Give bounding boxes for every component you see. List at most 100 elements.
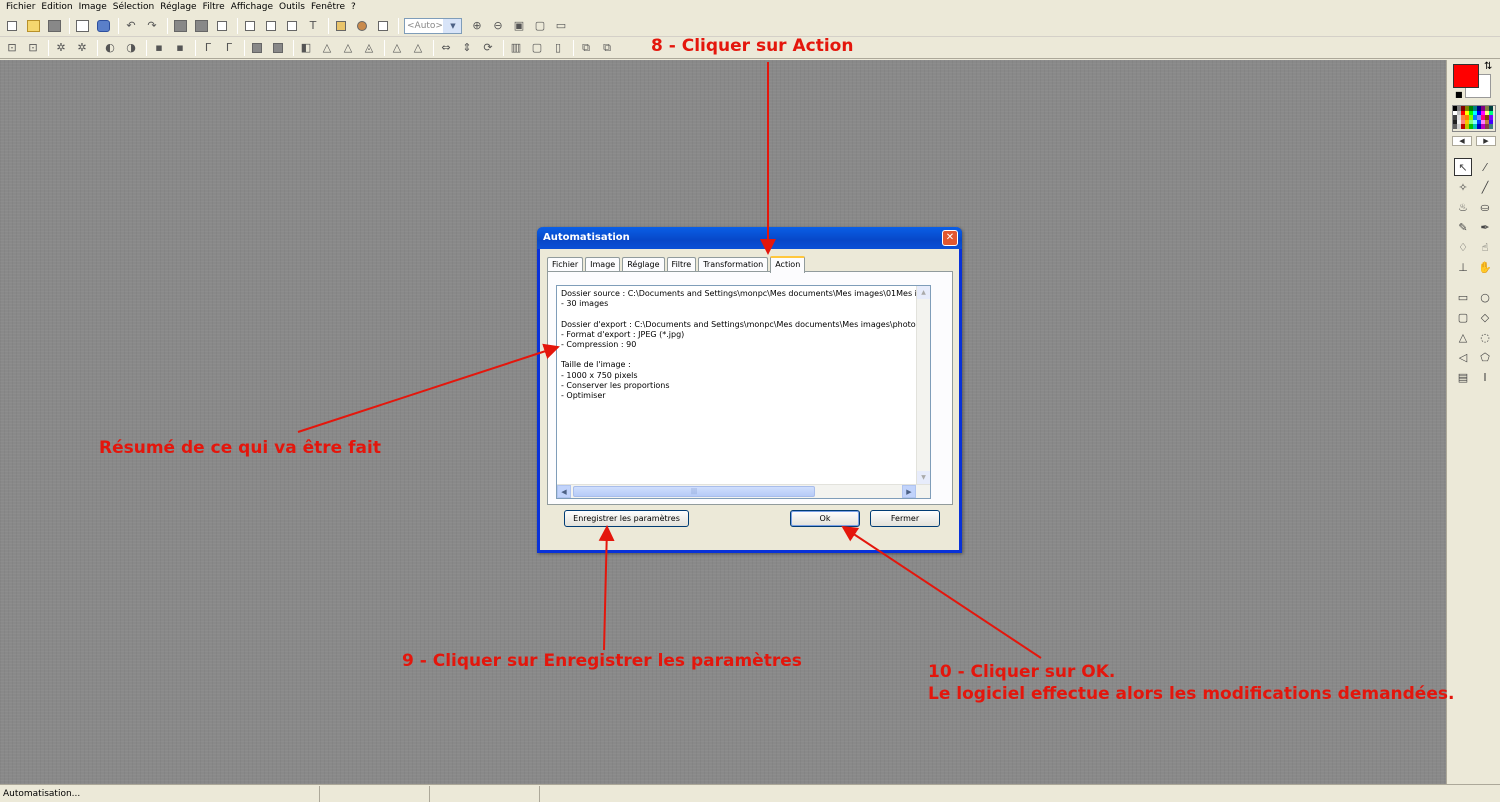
menu-fenetre[interactable]: Fenêtre: [308, 0, 348, 14]
negative-icon[interactable]: [269, 39, 287, 57]
paste-new-icon[interactable]: [283, 17, 301, 35]
blur-icon[interactable]: △: [318, 39, 336, 57]
scroll-thumb[interactable]: |||: [573, 486, 815, 497]
triangle-icon[interactable]: △: [388, 39, 406, 57]
polygon-tool-icon[interactable]: ⬠: [1476, 348, 1494, 366]
tab-image[interactable]: Image: [585, 257, 621, 272]
actual-size-icon[interactable]: ▢: [531, 17, 549, 35]
save-settings-button[interactable]: Enregistrer les paramètres: [564, 510, 689, 527]
text-icon[interactable]: T: [304, 17, 322, 35]
pointer-tool-icon[interactable]: ↖: [1454, 158, 1472, 176]
swap-colors-icon[interactable]: ⇅: [1484, 61, 1492, 72]
diamond-tool-icon[interactable]: ◇: [1476, 308, 1494, 326]
chevron-down-icon[interactable]: ▼: [442, 18, 461, 33]
tab-fichier[interactable]: Fichier: [547, 257, 584, 272]
line-tool-icon[interactable]: ╱: [1476, 178, 1494, 196]
scroll-down-icon[interactable]: ▼: [917, 471, 930, 484]
zoom-out-icon[interactable]: ⊖: [489, 17, 507, 35]
triangle-tool-icon[interactable]: △: [1454, 328, 1472, 346]
grayscale-icon[interactable]: [248, 39, 266, 57]
print-icon[interactable]: [73, 17, 91, 35]
undo-icon[interactable]: ↶: [122, 17, 140, 35]
scanner-icon[interactable]: [94, 17, 112, 35]
scroll-left-icon[interactable]: ◀: [557, 485, 571, 498]
fullscreen-icon[interactable]: ▭: [552, 17, 570, 35]
menu-filtre[interactable]: Filtre: [200, 0, 228, 14]
blur-drop-tool-icon[interactable]: ♢: [1454, 238, 1472, 256]
zoom-in-icon[interactable]: ⊕: [468, 17, 486, 35]
arrow-shape-tool-icon[interactable]: ◁: [1454, 348, 1472, 366]
tab-filtre[interactable]: Filtre: [666, 257, 697, 272]
gamma-minus-icon[interactable]: Γ: [199, 39, 217, 57]
vertical-scrollbar[interactable]: ▲ ▼: [916, 286, 930, 484]
menu-image[interactable]: Image: [76, 0, 110, 14]
triangle-outline-icon[interactable]: △: [409, 39, 427, 57]
hand-tool-icon[interactable]: ✋: [1476, 258, 1494, 276]
lasso-tool-icon[interactable]: ◌: [1476, 328, 1494, 346]
brightness-minus-icon[interactable]: ✲: [52, 39, 70, 57]
open-folder-icon[interactable]: [24, 17, 42, 35]
export-icon[interactable]: ⧉: [577, 39, 595, 57]
rounded-rect-tool-icon[interactable]: ▢: [1454, 308, 1472, 326]
crop-icon[interactable]: [171, 17, 189, 35]
tab-reglage[interactable]: Réglage: [622, 257, 665, 272]
gamma-plus-icon[interactable]: Γ: [220, 39, 238, 57]
menu-help[interactable]: ?: [348, 0, 359, 14]
text-box-tool-icon[interactable]: ▤: [1454, 368, 1472, 386]
drop-icon[interactable]: ◬: [360, 39, 378, 57]
window-icon[interactable]: [374, 17, 392, 35]
ok-button[interactable]: Ok: [790, 510, 860, 527]
spray-tool-icon[interactable]: ⛀: [1476, 198, 1494, 216]
text-cursor-tool-icon[interactable]: Ⅰ: [1476, 368, 1494, 386]
eyedropper-tool-icon[interactable]: ⁄: [1476, 158, 1494, 176]
flip-horizontal-icon[interactable]: ⇔: [437, 39, 455, 57]
resize-icon[interactable]: [192, 17, 210, 35]
paste-icon[interactable]: [262, 17, 280, 35]
close-button[interactable]: Fermer: [870, 510, 940, 527]
redo-icon[interactable]: ↷: [143, 17, 161, 35]
menu-edition[interactable]: Edition: [38, 0, 75, 14]
frame-icon[interactable]: ▢: [528, 39, 546, 57]
auto-levels-icon[interactable]: ⊡: [3, 39, 21, 57]
flip-vertical-icon[interactable]: ⇕: [458, 39, 476, 57]
reset-colors-icon[interactable]: ■: [1455, 90, 1463, 99]
scroll-right-icon[interactable]: ▶: [902, 485, 916, 498]
brush-tool-icon[interactable]: ✎: [1454, 218, 1472, 236]
ellipse-tool-icon[interactable]: ○: [1476, 288, 1494, 306]
menu-affichage[interactable]: Affichage: [228, 0, 276, 14]
summary-textarea[interactable]: Dossier source : C:\Documents and Settin…: [556, 285, 931, 499]
palette-prev-icon[interactable]: ◀: [1452, 136, 1472, 146]
tab-action[interactable]: Action: [770, 256, 806, 273]
cylinder-icon[interactable]: ▯: [549, 39, 567, 57]
save-icon[interactable]: [45, 17, 63, 35]
delete-icon[interactable]: [213, 17, 231, 35]
saturation-plus-icon[interactable]: ▪: [171, 39, 189, 57]
palette-next-icon[interactable]: ▶: [1476, 136, 1496, 146]
zoom-select[interactable]: <Auto> ▼: [404, 17, 462, 34]
saturation-minus-icon[interactable]: ▪: [150, 39, 168, 57]
primary-color-swatch[interactable]: [1453, 64, 1479, 88]
explorer-icon[interactable]: [332, 17, 350, 35]
fit-window-icon[interactable]: ▣: [510, 17, 528, 35]
magic-wand-tool-icon[interactable]: ✧: [1454, 178, 1472, 196]
menu-fichier[interactable]: Fichier: [3, 0, 38, 14]
stamp-tool-icon[interactable]: ⊥: [1454, 258, 1472, 276]
mirror-icon[interactable]: ◧: [297, 39, 315, 57]
brightness-plus-icon[interactable]: ✲: [73, 39, 91, 57]
dialog-titlebar[interactable]: Automatisation ✕: [537, 227, 962, 249]
scroll-up-icon[interactable]: ▲: [917, 286, 930, 299]
contrast-plus-icon[interactable]: ◑: [122, 39, 140, 57]
new-file-icon[interactable]: [3, 17, 21, 35]
pen-tool-icon[interactable]: ✒: [1476, 218, 1494, 236]
rectangle-tool-icon[interactable]: ▭: [1454, 288, 1472, 306]
tab-transformation[interactable]: Transformation: [698, 257, 769, 272]
copy-icon[interactable]: [241, 17, 259, 35]
horizontal-scrollbar[interactable]: ◀ ||| ▶: [557, 484, 930, 498]
sharpen-icon[interactable]: △: [339, 39, 357, 57]
close-icon[interactable]: ✕: [942, 230, 958, 246]
color-palette[interactable]: [1452, 105, 1496, 132]
contrast-minus-icon[interactable]: ◐: [101, 39, 119, 57]
fill-tool-icon[interactable]: ♨: [1454, 198, 1472, 216]
menu-selection[interactable]: Sélection: [110, 0, 157, 14]
palette-swatch[interactable]: [1489, 124, 1493, 129]
